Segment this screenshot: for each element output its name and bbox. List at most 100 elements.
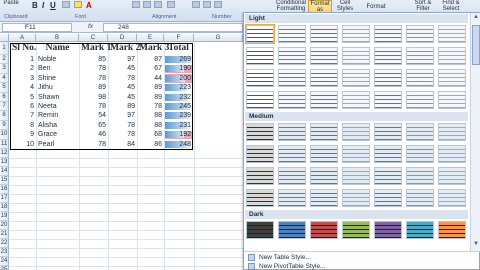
row-header[interactable]: 14 xyxy=(0,167,9,176)
table-style-thumbnail[interactable] xyxy=(278,189,306,207)
row-header[interactable]: 1 xyxy=(0,42,9,55)
table-style-thumbnail[interactable] xyxy=(310,221,338,239)
table-style-thumbnail[interactable] xyxy=(278,123,306,141)
scroll-down-icon[interactable]: ▼ xyxy=(472,241,480,249)
align-left-icon[interactable] xyxy=(132,1,140,8)
table-style-thumbnail[interactable] xyxy=(374,91,402,109)
table-style-thumbnail[interactable] xyxy=(278,221,306,239)
table-style-thumbnail[interactable] xyxy=(310,123,338,141)
table-style-thumbnail[interactable] xyxy=(342,47,370,65)
table-style-thumbnail[interactable] xyxy=(406,167,434,185)
table-style-thumbnail[interactable] xyxy=(438,145,466,163)
scroll-thumb[interactable] xyxy=(472,25,480,65)
column-header-g[interactable]: G xyxy=(194,34,243,42)
table-style-thumbnail[interactable] xyxy=(342,69,370,87)
bold-icon[interactable]: B xyxy=(32,1,38,10)
table-style-thumbnail[interactable] xyxy=(310,91,338,109)
table-style-thumbnail[interactable] xyxy=(342,221,370,239)
row-header[interactable]: 5 xyxy=(0,83,9,93)
table-style-thumbnail[interactable] xyxy=(438,123,466,141)
row-header[interactable]: 9 xyxy=(0,120,9,131)
row-header[interactable]: 19 xyxy=(0,212,9,221)
table-style-thumbnail[interactable] xyxy=(278,145,306,163)
table-style-thumbnail[interactable] xyxy=(278,91,306,109)
row-header[interactable]: 15 xyxy=(0,176,9,185)
table-style-thumbnail[interactable] xyxy=(374,189,402,207)
table-style-thumbnail[interactable] xyxy=(406,47,434,65)
currency-icon[interactable] xyxy=(192,1,200,8)
row-header[interactable]: 10 xyxy=(0,130,9,140)
row-header[interactable]: 24 xyxy=(0,257,9,266)
table-style-thumbnail[interactable] xyxy=(342,25,370,43)
column-header-e[interactable]: E xyxy=(137,34,164,42)
row-header[interactable]: 6 xyxy=(0,92,9,102)
row-header[interactable]: 11 xyxy=(0,139,9,149)
table-style-thumbnail[interactable] xyxy=(406,91,434,109)
table-style-thumbnail[interactable] xyxy=(310,69,338,87)
row-header[interactable]: 13 xyxy=(0,158,9,167)
table-style-thumbnail[interactable] xyxy=(246,221,274,239)
table-style-thumbnail[interactable] xyxy=(438,189,466,207)
fx-icon[interactable]: fx xyxy=(88,23,93,30)
table-style-thumbnail[interactable] xyxy=(438,221,466,239)
table-style-thumbnail[interactable] xyxy=(342,145,370,163)
row-header[interactable]: 22 xyxy=(0,239,9,248)
column-header-f[interactable]: F xyxy=(164,34,194,42)
row-header[interactable]: 17 xyxy=(0,194,9,203)
align-center-icon[interactable] xyxy=(143,1,151,8)
fill-color-icon[interactable] xyxy=(74,1,82,8)
italic-icon[interactable]: I xyxy=(42,1,44,10)
table-style-thumbnail[interactable] xyxy=(374,221,402,239)
table-style-thumbnail[interactable] xyxy=(374,123,402,141)
formula-input[interactable]: 248 xyxy=(103,23,243,32)
row-header[interactable]: 12 xyxy=(0,149,9,158)
row-header[interactable]: 16 xyxy=(0,185,9,194)
table-style-thumbnail[interactable] xyxy=(246,189,274,207)
row-header[interactable]: 2 xyxy=(0,55,9,65)
table-style-thumbnail[interactable] xyxy=(406,25,434,43)
table-style-thumbnail[interactable] xyxy=(310,25,338,43)
table-style-thumbnail[interactable] xyxy=(278,25,306,43)
merge-center-icon[interactable] xyxy=(167,1,175,8)
row-header[interactable]: 4 xyxy=(0,73,9,84)
table-style-thumbnail[interactable] xyxy=(278,69,306,87)
column-header-d[interactable]: D xyxy=(108,34,137,42)
row-header[interactable]: 18 xyxy=(0,203,9,212)
column-header-b[interactable]: B xyxy=(36,34,79,42)
table-style-thumbnail[interactable] xyxy=(342,167,370,185)
scroll-up-icon[interactable]: ▲ xyxy=(472,14,480,22)
select-all-corner[interactable] xyxy=(0,34,9,42)
table-style-thumbnail[interactable] xyxy=(374,145,402,163)
percent-icon[interactable] xyxy=(203,1,211,8)
table-style-thumbnail[interactable] xyxy=(342,123,370,141)
table-style-thumbnail[interactable] xyxy=(406,69,434,87)
table-style-thumbnail[interactable] xyxy=(342,91,370,109)
new-table-style-item[interactable]: New Table Style... xyxy=(248,253,311,262)
table-style-thumbnail[interactable] xyxy=(310,145,338,163)
font-color-icon[interactable]: A xyxy=(86,1,92,10)
table-style-thumbnail[interactable] xyxy=(438,25,466,43)
table-style-thumbnail[interactable] xyxy=(438,167,466,185)
table-style-thumbnail[interactable] xyxy=(374,25,402,43)
row-header[interactable]: 8 xyxy=(0,111,9,121)
align-right-icon[interactable] xyxy=(154,1,162,8)
row-header[interactable]: 20 xyxy=(0,221,9,230)
table-style-thumbnail[interactable] xyxy=(278,167,306,185)
table-style-thumbnail[interactable] xyxy=(246,47,274,65)
table-style-thumbnail[interactable] xyxy=(246,91,274,109)
name-box[interactable]: F11 xyxy=(2,23,72,32)
table-style-thumbnail[interactable] xyxy=(342,189,370,207)
table-style-thumbnail[interactable] xyxy=(245,24,275,44)
column-header-c[interactable]: C xyxy=(79,34,108,42)
table-style-thumbnail[interactable] xyxy=(438,69,466,87)
gallery-scrollbar[interactable]: ▲ ▼ xyxy=(470,13,480,251)
table-style-thumbnail[interactable] xyxy=(278,47,306,65)
table-style-thumbnail[interactable] xyxy=(246,123,274,141)
row-header[interactable]: 23 xyxy=(0,248,9,257)
table-style-thumbnail[interactable] xyxy=(374,69,402,87)
table-style-thumbnail[interactable] xyxy=(406,145,434,163)
table-style-thumbnail[interactable] xyxy=(310,189,338,207)
table-style-thumbnail[interactable] xyxy=(438,47,466,65)
table-style-thumbnail[interactable] xyxy=(374,167,402,185)
row-header[interactable]: 7 xyxy=(0,102,9,112)
